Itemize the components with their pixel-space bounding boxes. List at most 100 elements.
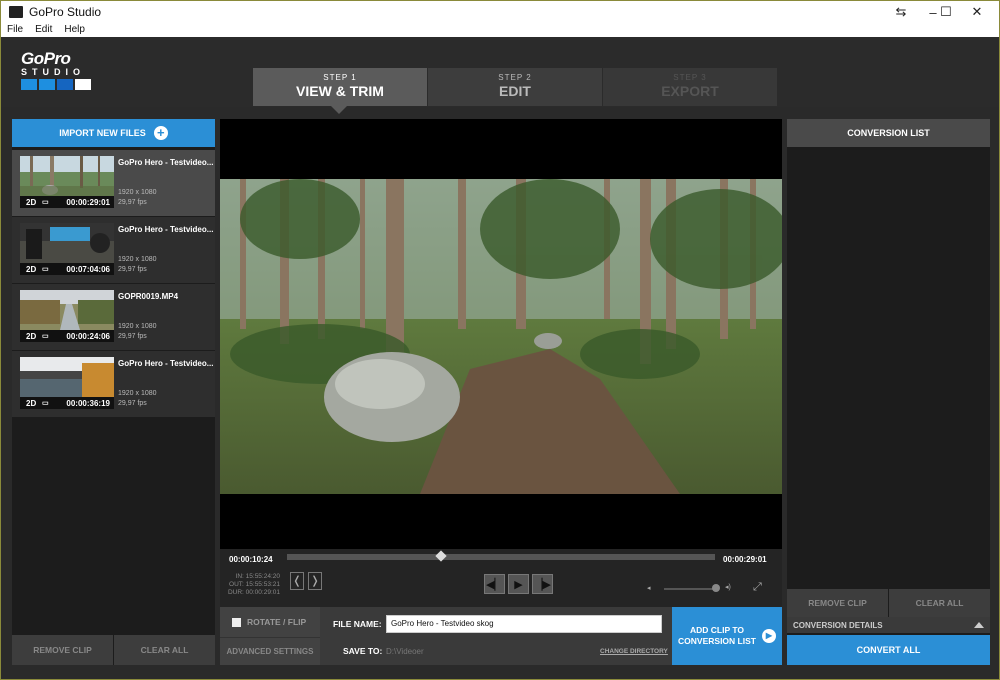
export-settings-bar: ROTATE / FLIP ADVANCED SETTINGS FILE NAM… bbox=[220, 607, 782, 665]
mode-badge: 2D bbox=[26, 331, 37, 341]
fullscreen-icon[interactable]: ⤢ bbox=[753, 581, 762, 594]
clear-all-button[interactable]: CLEAR ALL bbox=[889, 589, 990, 617]
video-frame[interactable] bbox=[220, 179, 782, 494]
import-files-button[interactable]: IMPORT NEW FILES + bbox=[12, 119, 215, 147]
restore-icon[interactable]: ⇆ bbox=[891, 1, 911, 23]
clear-all-button[interactable]: CLEAR ALL bbox=[114, 635, 215, 665]
clip-item[interactable]: 2D ▭ 00:00:29:01 GoPro Hero - Testvideo.… bbox=[12, 150, 215, 216]
clip-thumbnail bbox=[20, 156, 114, 196]
active-step-arrow bbox=[331, 106, 347, 114]
clip-thumbnail bbox=[20, 223, 114, 263]
menu-help[interactable]: Help bbox=[58, 23, 91, 37]
conversion-list-panel: CONVERSION LIST REMOVE CLIP CLEAR ALL CO… bbox=[787, 119, 990, 665]
menu-edit[interactable]: Edit bbox=[29, 23, 58, 37]
step-back-button[interactable]: ◀▏ bbox=[484, 574, 505, 594]
clip-badges: 2D ▭ 00:07:04:06 bbox=[20, 263, 114, 275]
add-clip-label: ADD CLIP TO CONVERSION LIST bbox=[678, 625, 756, 646]
play-button[interactable]: ▶ bbox=[508, 574, 529, 594]
play-circle-icon: ▶ bbox=[761, 629, 776, 643]
header: GoPro STUDIO STEP 1 VIEW & TRIM STEP 2 E… bbox=[1, 37, 999, 107]
step-label: EXPORT bbox=[661, 83, 719, 99]
step-number: STEP 3 bbox=[673, 73, 707, 82]
mark-in-button[interactable]: ❬ bbox=[290, 572, 304, 590]
tab-export[interactable]: STEP 3 EXPORT bbox=[603, 68, 777, 106]
conversion-details-label: CONVERSION DETAILS bbox=[793, 620, 883, 630]
chevron-up-icon bbox=[974, 622, 984, 628]
step-label: VIEW & TRIM bbox=[296, 83, 384, 99]
menu-bar: File Edit Help bbox=[1, 23, 999, 37]
save-to-label: SAVE TO: bbox=[343, 646, 383, 656]
clip-badges: 2D ▭ 00:00:36:19 bbox=[20, 397, 114, 409]
clip-duration: 00:00:36:19 bbox=[66, 398, 110, 408]
logo-subtext: STUDIO bbox=[21, 67, 86, 77]
conversion-list-header: CONVERSION LIST bbox=[787, 119, 990, 147]
volume-handle[interactable] bbox=[712, 584, 720, 592]
logo-text: GoPro bbox=[21, 49, 71, 68]
clip-badges: 2D ▭ 00:00:29:01 bbox=[20, 196, 114, 208]
app-window: GoPro Studio ⇆ – ☐ ✕ File Edit Help GoPr… bbox=[0, 0, 1000, 680]
rotate-label: ROTATE / FLIP bbox=[247, 617, 307, 627]
tab-view-trim[interactable]: STEP 1 VIEW & TRIM bbox=[253, 68, 427, 106]
logo-squares bbox=[21, 79, 101, 90]
step-tabs: STEP 1 VIEW & TRIM STEP 2 EDIT STEP 3 EX… bbox=[253, 68, 778, 106]
current-timecode: 00:00:10:24 bbox=[229, 555, 273, 564]
clip-duration: 00:00:29:01 bbox=[66, 197, 110, 207]
close-button[interactable]: ✕ bbox=[965, 1, 989, 23]
clip-thumbnail bbox=[20, 357, 114, 397]
menu-file[interactable]: File bbox=[1, 23, 29, 37]
remove-clip-button[interactable]: REMOVE CLIP bbox=[787, 589, 888, 617]
rotate-checkbox[interactable] bbox=[232, 617, 241, 627]
camera-icon: ▭ bbox=[42, 333, 49, 340]
maximize-button[interactable]: ☐ bbox=[934, 1, 958, 23]
clip-duration: 00:00:24:06 bbox=[66, 331, 110, 341]
volume-slider[interactable] bbox=[664, 588, 714, 590]
in-out-info: IN: 15:55:24:20 OUT: 15:55:53:21 DUR: 00… bbox=[225, 573, 280, 597]
mode-badge: 2D bbox=[26, 197, 37, 207]
clip-info: 1920 x 1080 29,97 fps bbox=[118, 256, 157, 273]
duration-info: DUR: 00:00:29:01 bbox=[227, 589, 280, 596]
clip-badges: 2D ▭ 00:00:24:06 bbox=[20, 330, 114, 342]
out-point: OUT: 15:55:53:21 bbox=[229, 581, 280, 588]
save-to-path: D:\Videoer bbox=[386, 647, 424, 656]
camera-icon: ▭ bbox=[42, 400, 49, 407]
mark-out-button[interactable]: ❭ bbox=[308, 572, 322, 590]
clip-item[interactable]: 2D ▭ 00:07:04:06 GoPro Hero - Testvideo.… bbox=[12, 217, 215, 283]
volume-high-icon: ◂) bbox=[725, 584, 731, 591]
scrub-bar[interactable] bbox=[287, 550, 715, 562]
clip-duration: 00:07:04:06 bbox=[66, 264, 110, 274]
change-directory-link[interactable]: CHANGE DIRECTORY bbox=[600, 648, 668, 655]
clip-item[interactable]: 2D ▭ 00:00:24:06 GOPR0019.MP4 1920 x 108… bbox=[12, 284, 215, 350]
clip-name: GoPro Hero - Testvideo... bbox=[118, 359, 214, 368]
rotate-flip-toggle[interactable]: ROTATE / FLIP bbox=[220, 607, 320, 637]
step-label: EDIT bbox=[499, 83, 531, 99]
volume-low-icon: ◂ bbox=[647, 585, 651, 592]
clip-info: 1920 x 1080 29,97 fps bbox=[118, 390, 157, 407]
in-point: IN: 15:55:24:20 bbox=[235, 573, 280, 580]
media-bin: IMPORT NEW FILES + 2D ▭ 00:00:29:01 GoPr… bbox=[12, 119, 215, 665]
file-name-input[interactable]: GoPro Hero - Testvideo skog bbox=[386, 615, 662, 633]
clip-thumbnail bbox=[20, 290, 114, 330]
clip-name: GoPro Hero - Testvideo... bbox=[118, 158, 214, 167]
tab-edit[interactable]: STEP 2 EDIT bbox=[428, 68, 602, 106]
window-title: GoPro Studio bbox=[29, 5, 102, 19]
remove-clip-button[interactable]: REMOVE CLIP bbox=[12, 635, 113, 665]
step-forward-button[interactable]: ▕▶ bbox=[532, 574, 553, 594]
mode-badge: 2D bbox=[26, 398, 37, 408]
end-timecode: 00:00:29:01 bbox=[723, 555, 767, 564]
conversion-details-toggle[interactable]: CONVERSION DETAILS bbox=[787, 617, 990, 633]
camera-icon: ▭ bbox=[42, 266, 49, 273]
title-bar: GoPro Studio ⇆ – ☐ ✕ bbox=[1, 1, 999, 23]
app-icon bbox=[9, 6, 23, 18]
clip-name: GOPR0019.MP4 bbox=[118, 292, 179, 301]
plus-icon: + bbox=[153, 126, 168, 140]
advanced-settings-button[interactable]: ADVANCED SETTINGS bbox=[220, 637, 320, 665]
add-to-conversion-button[interactable]: ADD CLIP TO CONVERSION LIST ▶ bbox=[672, 607, 782, 665]
step-number: STEP 1 bbox=[323, 73, 357, 82]
clip-item[interactable]: 2D ▭ 00:00:36:19 GoPro Hero - Testvideo.… bbox=[12, 351, 215, 417]
clip-info: 1920 x 1080 29,97 fps bbox=[118, 189, 157, 206]
convert-all-button[interactable]: CONVERT ALL bbox=[787, 635, 990, 665]
step-number: STEP 2 bbox=[498, 73, 532, 82]
camera-icon: ▭ bbox=[42, 199, 49, 206]
gopro-logo: GoPro STUDIO bbox=[21, 49, 101, 91]
import-label: IMPORT NEW FILES bbox=[59, 128, 146, 138]
